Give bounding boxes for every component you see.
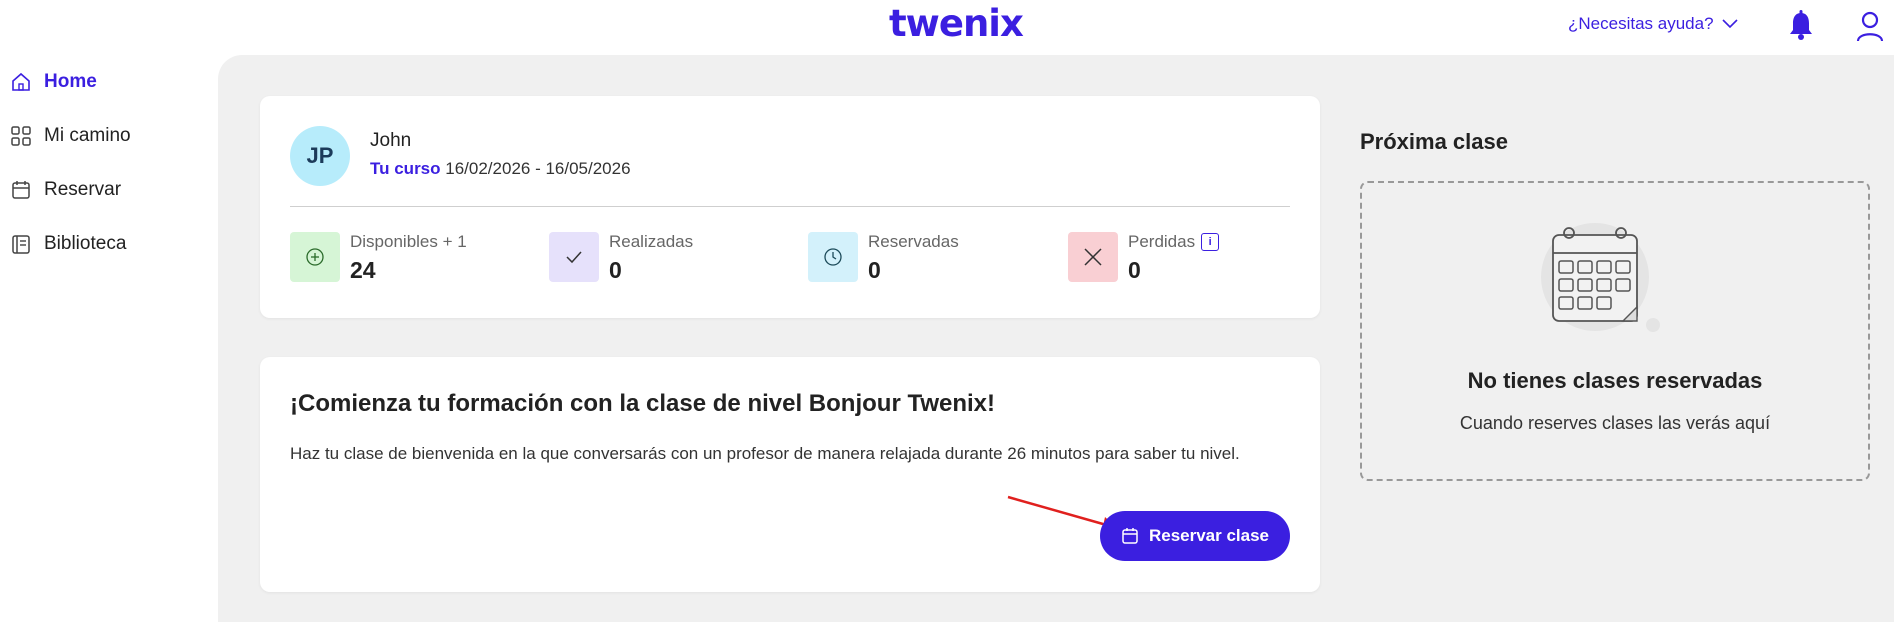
clock-icon xyxy=(808,232,858,282)
empty-state-subtitle: Cuando reserves clases las verás aquí xyxy=(1459,413,1771,433)
sidebar-item-mi-camino[interactable]: Mi camino xyxy=(10,125,131,147)
stat-label: Perdidas xyxy=(1128,232,1196,251)
welcome-card: ¡Comienza tu formación con la clase de n… xyxy=(260,357,1320,592)
course-info: Tu curso 16/02/2026 - 16/05/2026 xyxy=(370,159,631,179)
help-dropdown[interactable]: ¿Necesitas ayuda? xyxy=(1568,14,1738,34)
book-icon xyxy=(12,235,30,254)
course-dates: 16/02/2026 - 16/05/2026 xyxy=(445,159,631,178)
profile-card: JP John Tu curso 16/02/2026 - 16/05/2026… xyxy=(260,96,1320,318)
main-content: JP John Tu curso 16/02/2026 - 16/05/2026… xyxy=(218,55,1894,622)
stat-value: 24 xyxy=(350,257,376,283)
stat-disponibles: Disponibles + 1 24 xyxy=(290,232,530,284)
top-bar: twenix ¿Necesitas ayuda? xyxy=(0,0,1894,55)
chevron-down-icon xyxy=(1721,19,1738,29)
book-class-label: Reservar clase xyxy=(1148,526,1270,545)
calendar-icon xyxy=(12,181,30,199)
grid-icon xyxy=(11,126,31,146)
stat-label: Disponibles + 1 xyxy=(350,232,467,251)
x-icon xyxy=(1068,232,1118,282)
sidebar-item-label: Reservar xyxy=(44,179,122,200)
sidebar-item-reservar[interactable]: Reservar xyxy=(10,179,121,201)
logo[interactable]: twenix xyxy=(889,2,1024,45)
sidebar-item-biblioteca[interactable]: Biblioteca xyxy=(10,233,126,255)
sidebar-item-home[interactable]: Home xyxy=(10,71,97,93)
stat-realizadas: Realizadas 0 xyxy=(549,232,789,284)
user-name: John xyxy=(370,130,412,151)
next-class-empty-box: No tienes clases reservadas Cuando reser… xyxy=(1360,181,1870,481)
bell-icon[interactable] xyxy=(1786,10,1816,42)
stat-value: 0 xyxy=(868,257,881,283)
next-class-title: Próxima clase xyxy=(1360,129,1508,154)
empty-state-title: No tienes clases reservadas xyxy=(1467,368,1763,393)
info-icon[interactable]: i xyxy=(1201,233,1220,251)
book-class-button[interactable]: Reservar clase xyxy=(1100,511,1290,561)
divider xyxy=(290,206,1290,207)
stat-reservadas: Reservadas 0 xyxy=(808,232,1048,284)
stat-value: 0 xyxy=(1128,257,1141,283)
stat-label: Realizadas xyxy=(609,232,694,251)
sidebar-item-label: Biblioteca xyxy=(44,233,127,254)
avatar[interactable]: JP xyxy=(290,126,350,186)
check-icon xyxy=(549,232,599,282)
user-icon[interactable] xyxy=(1855,10,1885,42)
stat-value: 0 xyxy=(609,257,622,283)
empty-calendar-icon xyxy=(1541,223,1660,332)
plus-circle-icon xyxy=(290,232,340,282)
help-label: ¿Necesitas ayuda? xyxy=(1568,14,1714,33)
app: twenix ¿Necesitas ayuda? Home Mi camino … xyxy=(0,0,1894,622)
sidebar-item-label: Home xyxy=(44,71,97,92)
calendar-icon xyxy=(1122,528,1138,544)
stat-label: Reservadas xyxy=(868,232,959,251)
home-icon xyxy=(12,72,30,91)
sidebar-item-label: Mi camino xyxy=(44,125,131,146)
stat-label-row: Perdidas i xyxy=(1128,232,1220,252)
welcome-text: Haz tu clase de bienvenida en la que con… xyxy=(290,444,1240,463)
welcome-title: ¡Comienza tu formación con la clase de n… xyxy=(290,390,996,417)
course-label: Tu curso xyxy=(370,159,441,178)
sidebar: Home Mi camino Reservar Biblioteca xyxy=(0,55,218,622)
stat-perdidas: Perdidas i 0 xyxy=(1068,232,1308,284)
